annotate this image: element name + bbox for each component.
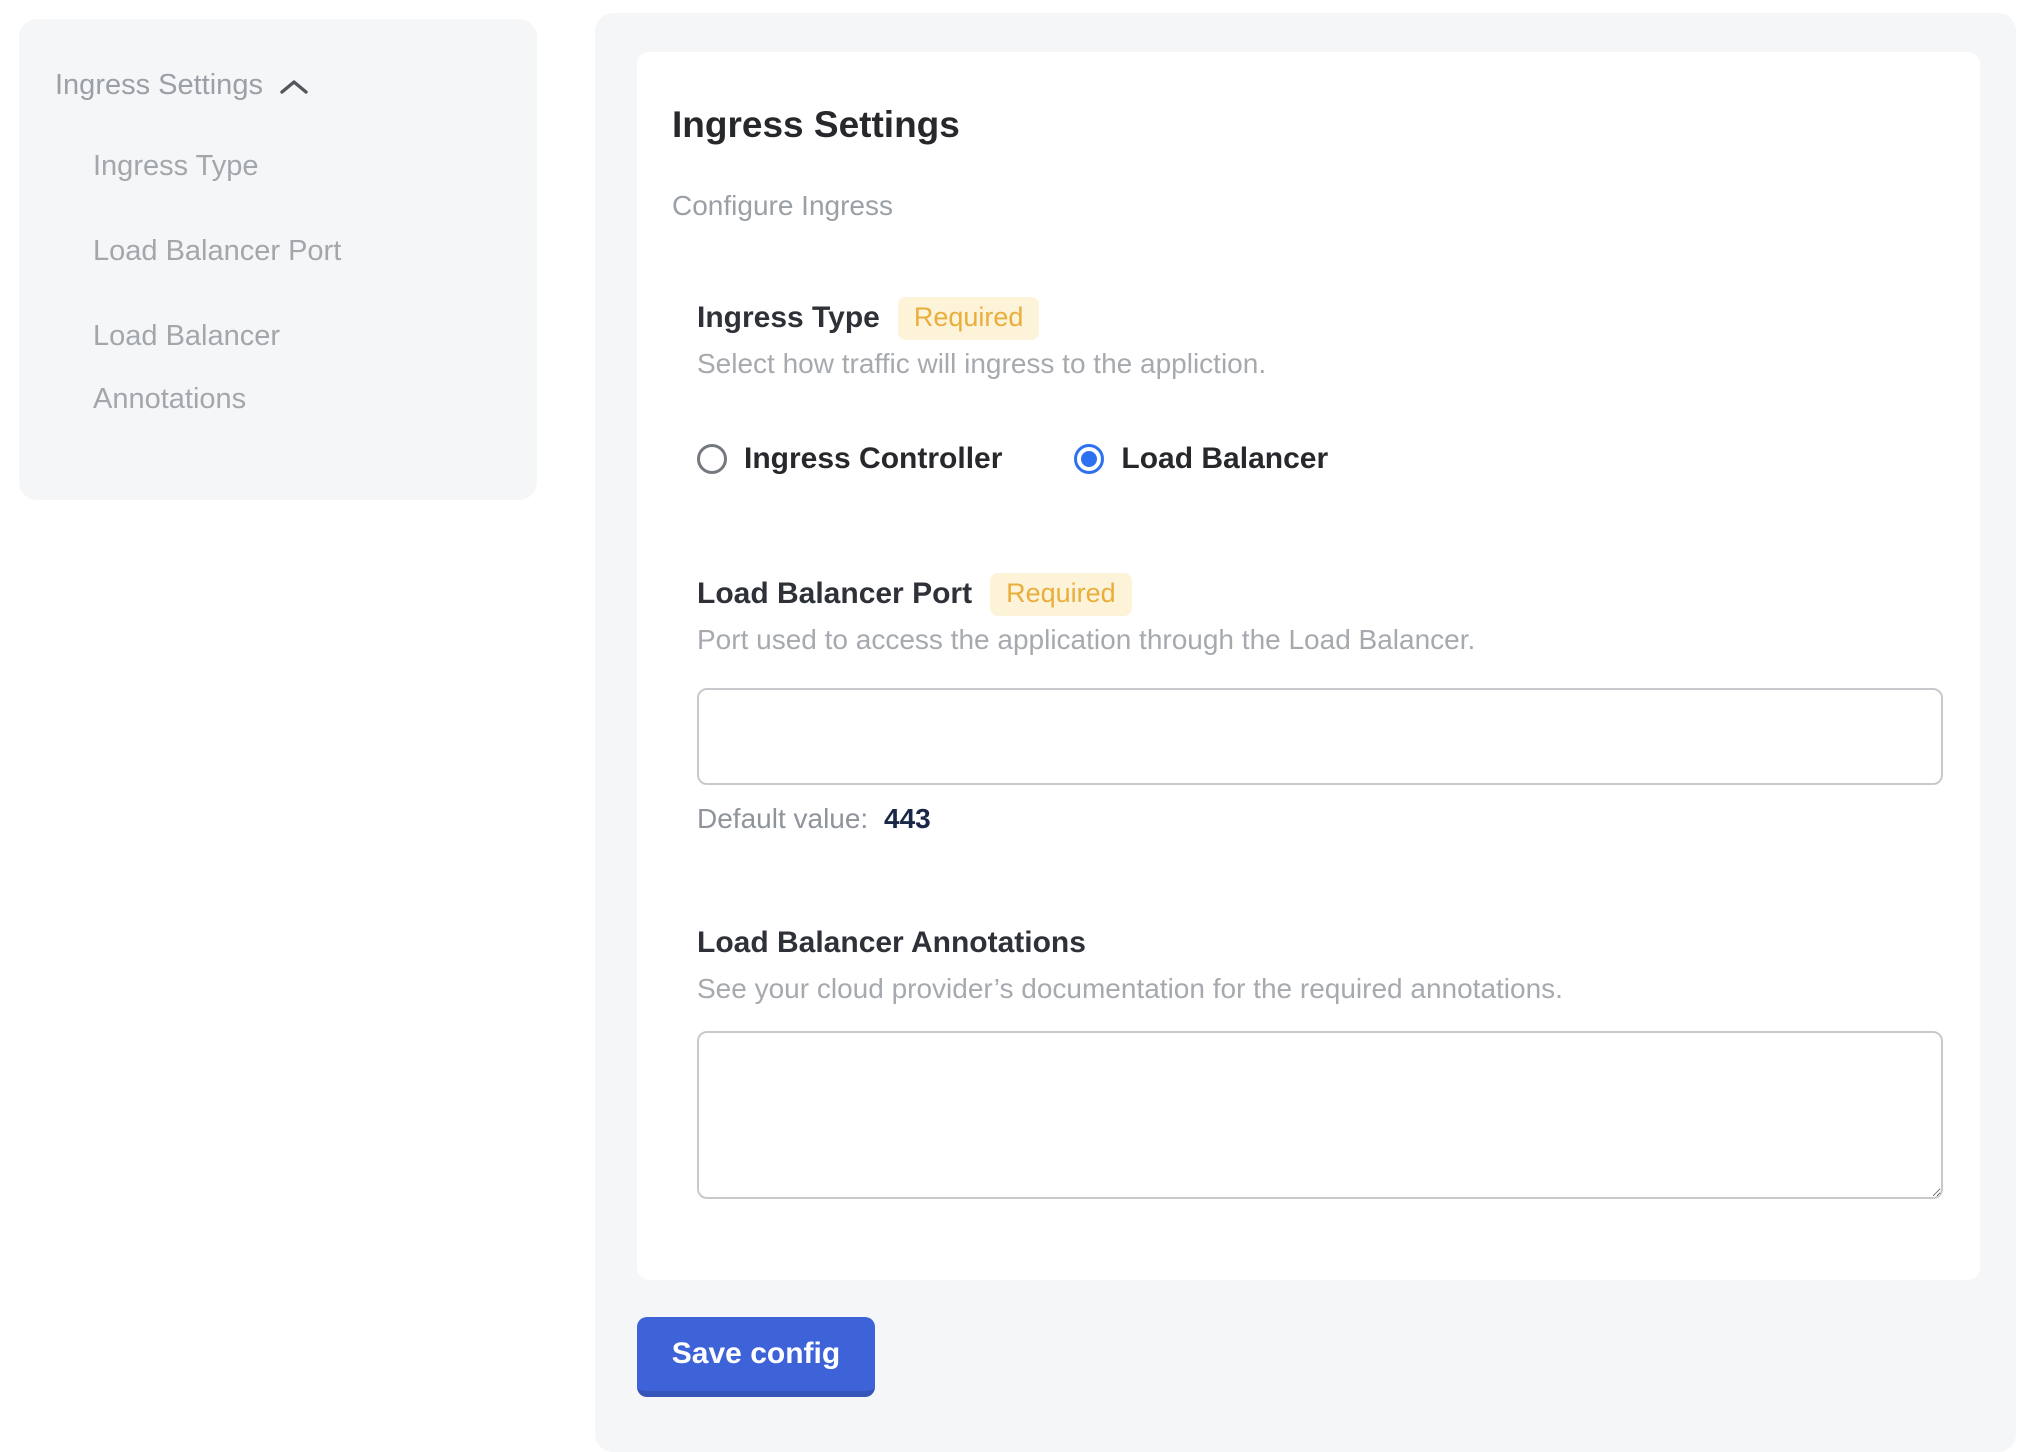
section-load-balancer-annotations: Load Balancer Annotations See your cloud… <box>697 921 1943 1199</box>
radio-option-load-balancer[interactable]: Load Balancer <box>1074 442 1328 476</box>
load-balancer-port-heading: Load Balancer Port <box>697 572 972 616</box>
default-value-label: Default value: <box>697 803 868 834</box>
sidebar-item-load-balancer-port[interactable]: Load Balancer Port <box>93 220 413 283</box>
load-balancer-port-input[interactable] <box>697 688 1943 785</box>
radio-checked-icon[interactable] <box>1074 444 1104 474</box>
ingress-type-radio-group: Ingress Controller Load Balancer <box>697 442 1943 476</box>
load-balancer-annotations-textarea[interactable] <box>697 1031 1943 1199</box>
sidebar-item-ingress-type[interactable]: Ingress Type <box>93 135 413 198</box>
load-balancer-port-description: Port used to access the application thro… <box>697 620 1943 660</box>
load-balancer-annotations-description: See your cloud provider’s documentation … <box>697 969 1943 1009</box>
settings-sidebar: Ingress Settings Ingress Type Load Balan… <box>19 19 537 500</box>
sidebar-item-list: Ingress Type Load Balancer Port Load Bal… <box>93 135 537 431</box>
radio-unchecked-icon[interactable] <box>697 444 727 474</box>
main-panel: Ingress Settings Configure Ingress Ingre… <box>595 13 2016 1452</box>
section-load-balancer-port: Load Balancer Port Required Port used to… <box>697 572 1943 837</box>
page-subtitle: Configure Ingress <box>672 186 1943 226</box>
section-ingress-type: Ingress Type Required Select how traffic… <box>697 296 1943 476</box>
required-badge: Required <box>990 573 1132 616</box>
radio-option-ingress-controller[interactable]: Ingress Controller <box>697 442 1002 476</box>
default-value: 443 <box>884 803 931 834</box>
chevron-up-icon[interactable] <box>279 73 309 97</box>
load-balancer-annotations-heading: Load Balancer Annotations <box>697 921 1086 965</box>
required-badge: Required <box>898 297 1040 340</box>
ingress-type-heading: Ingress Type <box>697 296 880 340</box>
radio-label-ingress-controller[interactable]: Ingress Controller <box>744 442 1002 476</box>
radio-label-load-balancer[interactable]: Load Balancer <box>1121 442 1328 476</box>
sidebar-section-label: Ingress Settings <box>55 65 263 105</box>
save-config-button[interactable]: Save config <box>637 1317 875 1397</box>
ingress-settings-card: Ingress Settings Configure Ingress Ingre… <box>637 52 1980 1280</box>
default-value-row: Default value: 443 <box>697 801 1943 837</box>
sidebar-item-load-balancer-annotations[interactable]: Load Balancer Annotations <box>93 305 413 431</box>
ingress-type-description: Select how traffic will ingress to the a… <box>697 344 1943 384</box>
sidebar-section-toggle[interactable]: Ingress Settings <box>55 65 537 105</box>
page-title: Ingress Settings <box>672 102 1943 148</box>
